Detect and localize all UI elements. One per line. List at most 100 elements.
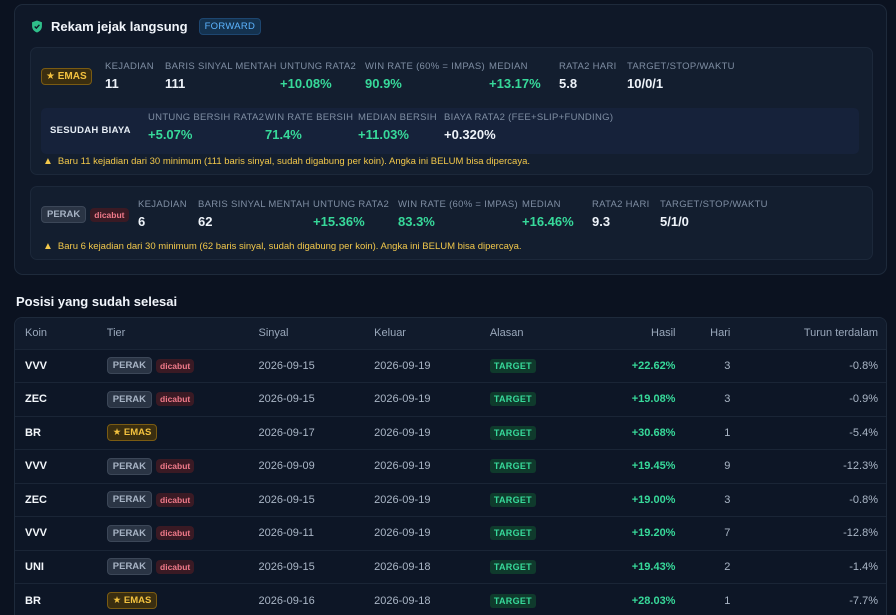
stat-target-stop-time: TARGET/STOP/WAKTU 10/0/1 [627,61,735,91]
reason-cell: TARGET [489,483,600,517]
reason-cell: TARGET [489,584,600,615]
result-cell: +19.43% [631,560,676,573]
col-header-result[interactable]: Hasil [600,318,675,349]
table-row[interactable]: UNI PERAK dicabut 2026-09-15 2026-09-18 TARGE… [15,550,886,584]
reason-tag: TARGET [489,425,536,440]
reason-cell: TARGET [489,517,600,551]
result-cell: +19.20% [631,527,676,540]
silver-tier-badge: PERAK [106,457,153,475]
revoked-tag: dicabut [156,559,195,574]
table-row[interactable]: BR ★ EMAS 2026-09-16 2026-09-18 TARGET +28.03… [15,583,886,615]
live-track-record-panel: Rekam jejak langsung FORWARD ★ EMAS KEJA… [14,4,887,275]
col-header-coin[interactable]: Koin [15,318,107,349]
table-row[interactable]: BR ★ EMAS 2026-09-17 2026-09-19 TARGET +30.68… [15,416,886,450]
signal-date-cell: 2026-09-16 [258,594,315,607]
tier-cell: PERAK dicabut [106,383,259,417]
col-header-days[interactable]: Hari [675,318,738,349]
coin-cell: BR [25,594,41,607]
panel-title: Rekam jejak langsung [51,19,188,34]
tier-cell: PERAK dicabut [106,517,259,551]
stat-median: MEDIAN +16.46% [522,199,574,229]
result-cell: +19.00% [631,493,676,506]
coin-cell: VVV [25,527,48,540]
days-cell: 1 [724,426,731,439]
silver-tier-card: PERAK dicabut KEJADIAN 6 BARIS SINYAL MEN… [30,186,873,260]
revoked-tag: dicabut [156,358,195,373]
stat-raw-signal-rows: BARIS SINYAL MENTAH 111 [165,61,277,91]
days-cell: 3 [724,393,731,406]
result-cell: +28.03% [631,594,676,607]
reason-tag: TARGET [489,593,536,608]
drawdown-cell: -7.7% [849,594,878,607]
col-header-tier[interactable]: Tier [107,318,259,349]
silver-tier-badge: PERAK [106,524,153,542]
reason-tag: TARGET [489,459,536,474]
tier-cell: PERAK dicabut [106,483,259,517]
stat-events: KEJADIAN 11 [105,61,154,91]
exit-date-cell: 2026-09-19 [374,426,431,439]
col-header-signal[interactable]: Sinyal [259,318,375,349]
closed-positions-table: Koin Tier Sinyal Keluar Alasan Hasil Har… [14,317,887,615]
warning-icon: ▲ [43,156,53,167]
silver-warning: ▲ Baru 6 kejadian dari 30 minimum (62 ba… [43,241,522,252]
exit-date-cell: 2026-09-18 [374,560,431,573]
reason-tag: TARGET [489,392,536,407]
gold-tier-badge: ★ EMAS [41,68,92,85]
silver-tier-badge: PERAK [41,206,87,223]
result-cell: +30.68% [631,426,676,439]
revoked-tag: dicabut [156,459,195,474]
signal-date-cell: 2026-09-17 [258,426,315,439]
table-row[interactable]: VVV PERAK dicabut 2026-09-09 2026-09-19 TARGE… [15,449,886,484]
col-header-exit[interactable]: Keluar [374,318,490,349]
silver-tier-badge: PERAK [106,558,153,576]
days-cell: 7 [724,527,731,540]
coin-cell: VVV [25,460,48,473]
silver-tier-badge: PERAK [106,491,153,509]
stat-avg-days: RATA2 HARI 5.8 [559,61,617,91]
table-row[interactable]: VVV PERAK dicabut 2026-09-15 2026-09-19 TARGE… [15,349,886,383]
stat-target-stop-time: TARGET/STOP/WAKTU 5/1/0 [660,199,768,229]
signal-date-cell: 2026-09-11 [258,527,314,540]
drawdown-cell: -5.4% [849,426,878,439]
drawdown-cell: -0.9% [849,393,878,406]
result-cell: +19.45% [631,460,676,473]
col-header-max-drawdown[interactable]: Turun terdalam [738,318,886,349]
exit-date-cell: 2026-09-19 [374,527,431,540]
silver-tier-badge: PERAK [106,357,153,375]
days-cell: 1 [724,594,731,607]
exit-date-cell: 2026-09-19 [374,359,431,372]
table-row[interactable]: ZEC PERAK dicabut 2026-09-15 2026-09-19 TARGE… [15,483,886,517]
result-cell: +22.62% [631,359,676,372]
coin-cell: BR [25,426,41,439]
table-row[interactable]: ZEC PERAK dicabut 2026-09-15 2026-09-19 TARGE… [15,382,886,417]
coin-cell: ZEC [25,393,47,406]
revoked-tag: dicabut [156,392,195,407]
stat-avg-days: RATA2 HARI 9.3 [592,199,650,229]
revoked-tag: dicabut [90,207,129,222]
tier-cell: ★ EMAS [106,416,259,450]
stat-net-win-rate: WIN RATE BERSIH 71.4% [265,112,354,142]
drawdown-cell: -1.4% [849,560,878,573]
col-header-reason[interactable]: Alasan [490,318,600,349]
coin-cell: UNI [25,560,44,573]
stat-events: KEJADIAN 6 [138,199,187,229]
reason-cell: TARGET [489,450,600,484]
silver-tier-badge: PERAK [106,390,153,408]
gold-tier-badge: ★ EMAS [106,592,158,609]
stat-raw-signal-rows: BARIS SINYAL MENTAH 62 [198,199,310,229]
revoked-tag: dicabut [156,526,195,541]
tier-cell: PERAK dicabut [106,450,259,484]
drawdown-cell: -0.8% [849,359,878,372]
forward-badge: FORWARD [198,18,262,35]
tier-cell: ★ EMAS [106,584,259,615]
exit-date-cell: 2026-09-19 [374,493,431,506]
drawdown-cell: -0.8% [849,493,878,506]
silver-tier-badges: PERAK dicabut [41,206,129,223]
stat-avg-profit: UNTUNG RATA2 +15.36% [313,199,390,229]
stat-net-median: MEDIAN BERSIH +11.03% [358,112,437,142]
tier-cell: PERAK dicabut [106,550,259,584]
table-row[interactable]: VVV PERAK dicabut 2026-09-11 2026-09-19 TARGE… [15,516,886,551]
days-cell: 3 [724,359,731,372]
reason-cell: TARGET [489,550,600,584]
stat-avg-profit: UNTUNG RATA2 +10.08% [280,61,357,91]
